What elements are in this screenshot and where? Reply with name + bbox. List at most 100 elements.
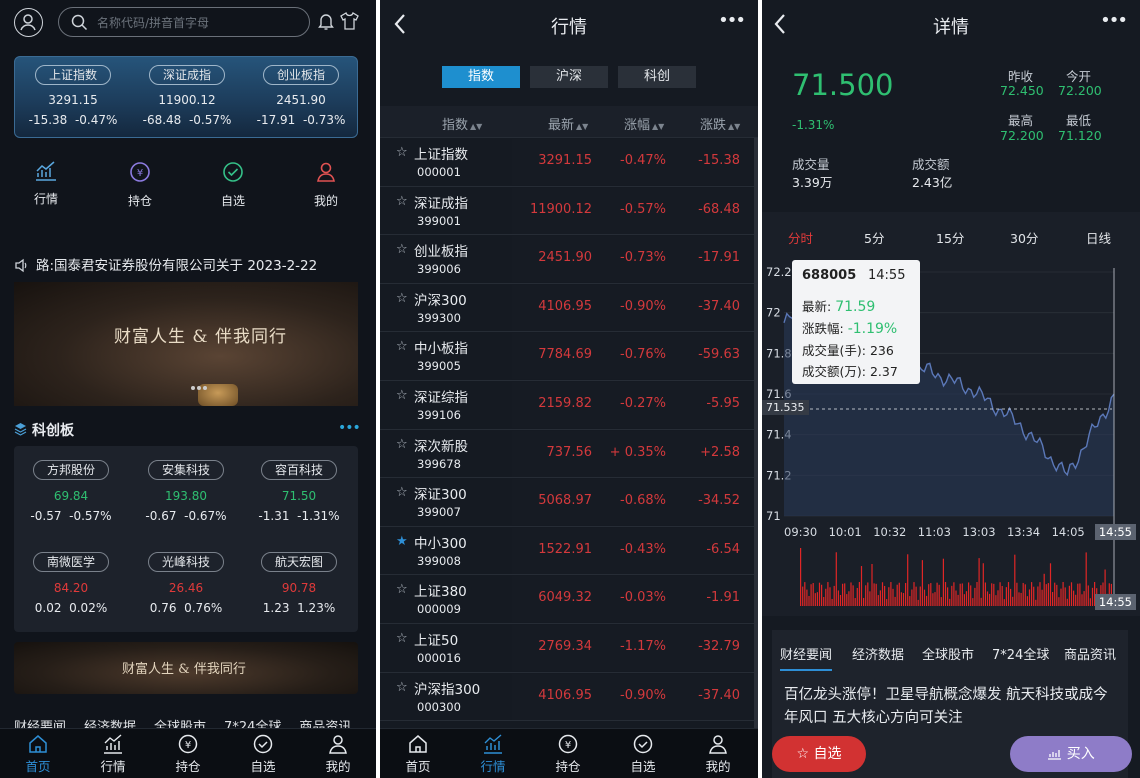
person-icon xyxy=(329,735,347,754)
news-headline[interactable]: 百亿龙头涨停！卫星导航概念爆发 航天科技或成今年风口 五大核心方向可关注 xyxy=(784,684,1120,730)
tab-holdings[interactable]: ¥ 持仓 xyxy=(158,733,218,775)
tab-holdings[interactable]: ¥ 持仓 xyxy=(538,733,598,775)
star-icon[interactable]: ☆ xyxy=(396,339,408,354)
star-icon[interactable]: ☆ xyxy=(396,582,408,597)
segment-hushen[interactable]: 沪深 xyxy=(530,66,608,88)
table-row[interactable]: ☆ 上证指数 000001 3291.15 -0.47% -15.38 xyxy=(380,138,758,187)
row-percent: -0.43% xyxy=(620,541,666,557)
column-header[interactable]: 涨幅 ▲▼ xyxy=(624,114,664,133)
stock-item[interactable]: 南微医学 84.20 0.02 0.02% xyxy=(16,552,126,615)
section-more-button[interactable]: ••• xyxy=(338,420,361,436)
table-row[interactable]: ☆ 深证300 399007 5068.97 -0.68% -34.52 xyxy=(380,478,758,527)
index-summary-card[interactable]: 上证指数 3291.15 -15.38 -0.47% 深证成指 11900.12… xyxy=(14,56,358,138)
tab-home[interactable]: 首页 xyxy=(388,733,448,775)
scrollbar[interactable] xyxy=(754,138,758,728)
more-menu-button[interactable]: ••• xyxy=(1100,12,1128,30)
tab-market[interactable]: 行情 xyxy=(463,733,523,775)
buy-button[interactable]: 买入 xyxy=(1010,736,1132,772)
star-icon[interactable]: ☆ xyxy=(396,437,408,452)
volume-bar xyxy=(879,590,881,606)
shirt-icon[interactable] xyxy=(340,12,359,30)
tab-watchlist[interactable]: 自选 xyxy=(613,733,673,775)
search-input[interactable]: 名称代码/拼音首字母 xyxy=(58,7,310,37)
chart-icon xyxy=(104,734,122,754)
tab-market[interactable]: 行情 xyxy=(83,733,143,775)
news-tab[interactable]: 财经要闻 xyxy=(780,644,833,671)
stock-item[interactable]: 航天宏图 90.78 1.23 1.23% xyxy=(244,552,354,615)
table-row[interactable]: ☆ 深次新股 399678 737.56 + 0.35% +2.58 xyxy=(380,429,758,479)
column-header[interactable]: 最新 ▲▼ xyxy=(548,114,588,133)
table-row[interactable]: ☆ 深证成指 399001 11900.12 -0.57% -68.48 xyxy=(380,186,758,236)
news-tab[interactable]: 商品资讯 xyxy=(1064,644,1116,663)
stock-item[interactable]: 光峰科技 26.46 0.76 0.76% xyxy=(131,552,241,615)
tab-label: 行情 xyxy=(100,759,126,774)
star-icon[interactable]: ☆ xyxy=(396,291,408,306)
volume-bar xyxy=(1045,584,1047,606)
tab-home[interactable]: 首页 xyxy=(8,733,68,775)
volume-bar xyxy=(823,597,825,606)
volume-bar xyxy=(936,582,938,606)
index-item[interactable]: 创业板指 2451.90 -17.91 -0.73% xyxy=(251,65,351,127)
news-tab[interactable]: 全球股市 xyxy=(922,644,974,663)
bell-icon[interactable] xyxy=(318,12,334,31)
stock-item[interactable]: 容百科技 71.50 -1.31 -1.31% xyxy=(244,460,354,523)
stock-item[interactable]: 安集科技 193.80 -0.67 -0.67% xyxy=(131,460,241,523)
table-row[interactable]: ☆ 上证50 000016 2769.34 -1.17% -32.79 xyxy=(380,624,758,673)
star-icon[interactable]: ☆ xyxy=(396,194,408,209)
tab-mine[interactable]: 我的 xyxy=(308,733,368,775)
star-icon[interactable]: ☆ xyxy=(396,680,408,695)
promo-banner-2[interactable]: 财富人生 & 伴我同行 xyxy=(14,642,358,694)
star-icon[interactable]: ☆ xyxy=(396,242,408,257)
segment-index[interactable]: 指数 xyxy=(442,66,520,88)
table-row[interactable]: ☆ 上证380 000009 6049.32 -0.03% -1.91 xyxy=(380,575,758,624)
column-header[interactable]: 涨跌 ▲▼ xyxy=(700,114,740,133)
table-row[interactable]: ★ 中小300 399008 1522.91 -0.43% -6.54 xyxy=(380,526,758,576)
low-value: 71.120 xyxy=(1058,128,1102,143)
table-row[interactable]: ☆ 沪深300 399300 4106.95 -0.90% -37.40 xyxy=(380,283,758,333)
volume-bar xyxy=(917,599,919,606)
column-header[interactable]: 指数 ▲▼ xyxy=(442,114,482,133)
tab-mine[interactable]: 我的 xyxy=(688,733,748,775)
star-icon[interactable]: ☆ xyxy=(396,388,408,403)
nav-bar: 行情 ••• xyxy=(380,0,758,50)
menu-watchlist[interactable]: 自选 xyxy=(203,160,263,209)
tooltip-last: 最新: 71.59 xyxy=(802,299,876,315)
star-icon[interactable]: ☆ xyxy=(396,145,408,160)
page-title: 详情 xyxy=(933,17,969,38)
index-item[interactable]: 深证成指 11900.12 -68.48 -0.57% xyxy=(137,65,237,127)
notice-bar[interactable]: 路:国泰君安证券股份有限公司关于 2023-2-22 xyxy=(14,254,364,274)
more-menu-button[interactable]: ••• xyxy=(718,12,746,30)
table-row[interactable]: ☆ 深证综指 399106 2159.82 -0.27% -5.95 xyxy=(380,381,758,430)
stock-name: 航天宏图 xyxy=(261,552,337,572)
volume-bar xyxy=(860,566,863,606)
news-tab[interactable]: 经济数据 xyxy=(852,644,904,663)
news-tab[interactable]: 7*24全球 xyxy=(992,644,1049,663)
avatar[interactable] xyxy=(14,8,43,37)
index-item[interactable]: 上证指数 3291.15 -15.38 -0.47% xyxy=(23,65,123,127)
star-icon[interactable]: ☆ xyxy=(396,485,408,500)
crosshair-time-tag: 14:55 xyxy=(1094,594,1136,610)
volume-bar xyxy=(926,595,928,606)
stock-item[interactable]: 方邦股份 69.84 -0.57 -0.57% xyxy=(16,460,126,523)
nav-bar: 详情 ••• xyxy=(762,0,1140,50)
stock-name: 容百科技 xyxy=(261,460,337,480)
add-watchlist-button[interactable]: ☆ 自选 xyxy=(772,736,866,772)
promo-banner[interactable]: 财富人生 & 伴我同行 xyxy=(14,282,358,406)
volume-bar xyxy=(923,589,926,606)
row-name: 沪深指300 xyxy=(414,681,481,698)
tab-watchlist[interactable]: 自选 xyxy=(233,733,293,775)
segment-star[interactable]: 科创 xyxy=(618,66,696,88)
volume-bar xyxy=(999,582,1001,606)
row-change: -37.40 xyxy=(698,298,740,314)
row-name: 中小板指 xyxy=(414,341,468,358)
table-row[interactable]: ☆ 中小板指 399005 7784.69 -0.76% -59.63 xyxy=(380,332,758,381)
menu-holdings[interactable]: ¥ 持仓 xyxy=(110,160,170,209)
star-icon[interactable]: ☆ xyxy=(396,631,408,646)
menu-market[interactable]: 行情 xyxy=(16,160,76,207)
menu-mine[interactable]: 我的 xyxy=(296,160,356,209)
volume-bar xyxy=(1026,596,1028,606)
table-row[interactable]: ☆ 沪深指300 000300 4106.95 -0.90% -37.40 xyxy=(380,672,758,722)
volume-bar xyxy=(800,548,802,606)
table-row[interactable]: ☆ 创业板指 399006 2451.90 -0.73% -17.91 xyxy=(380,235,758,284)
star-icon[interactable]: ★ xyxy=(396,534,408,549)
